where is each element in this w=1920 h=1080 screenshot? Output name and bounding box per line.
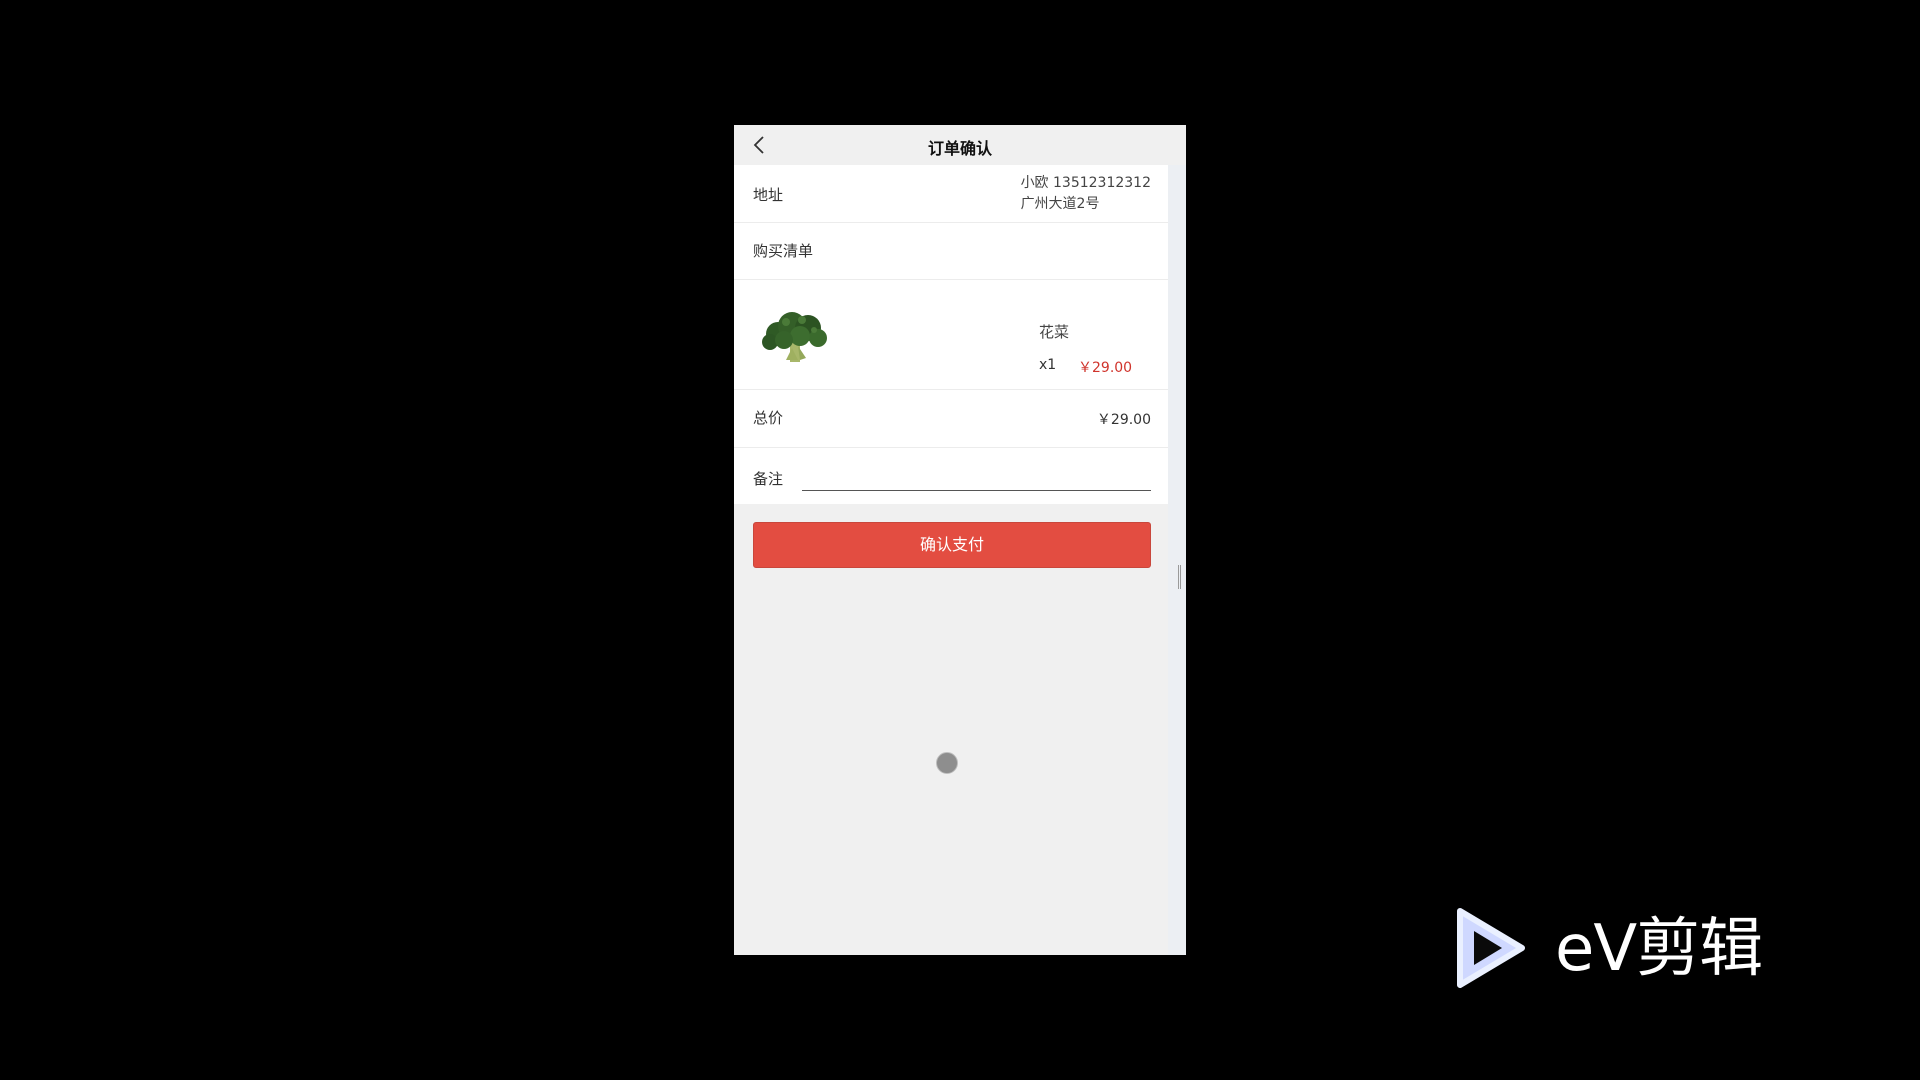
touch-cursor xyxy=(936,752,958,774)
scrollbar-handle[interactable] xyxy=(1178,565,1181,589)
nav-bar: 订单确认 xyxy=(734,125,1186,165)
address-name-phone: 小欧 13512312312 xyxy=(1020,175,1151,191)
page-title: 订单确认 xyxy=(927,139,992,158)
order-form: 地址 小欧 13512312312 广州大道2号 购买清单 花菜 x1 ￥29.… xyxy=(734,165,1168,504)
list-item: 花菜 x1 ￥29.00 xyxy=(734,280,1168,390)
phone-screen: 订单确认 地址 小欧 13512312312 广州大道2号 购买清单 花菜 x1… xyxy=(734,125,1186,955)
address-value: 小欧 13512312312 广州大道2号 xyxy=(1021,173,1151,215)
item-name: 花菜 xyxy=(1039,323,1070,341)
shopping-list-label: 购买清单 xyxy=(753,242,814,260)
watermark: eV剪辑 xyxy=(1450,905,1830,995)
address-street: 广州大道2号 xyxy=(1020,196,1100,212)
address-label: 地址 xyxy=(753,186,784,204)
item-quantity: x1 xyxy=(1039,357,1057,373)
shopping-list-row: 购买清单 xyxy=(734,223,1168,280)
play-logo-icon xyxy=(1457,908,1525,988)
watermark-text: eV剪辑 xyxy=(1555,912,1763,986)
item-price: ￥29.00 xyxy=(1078,360,1133,376)
total-value: ￥29.00 xyxy=(1096,412,1151,428)
total-row: 总价 ￥29.00 xyxy=(734,390,1168,448)
broccoli-image xyxy=(762,312,827,362)
confirm-pay-button[interactable]: 确认支付 xyxy=(753,522,1151,568)
note-label: 备注 xyxy=(753,470,784,488)
scrollbar-track[interactable] xyxy=(1168,165,1186,955)
note-input[interactable] xyxy=(802,466,1151,491)
note-row: 备注 xyxy=(734,448,1168,504)
total-label: 总价 xyxy=(753,409,784,427)
address-row[interactable]: 地址 小欧 13512312312 广州大道2号 xyxy=(734,165,1168,223)
